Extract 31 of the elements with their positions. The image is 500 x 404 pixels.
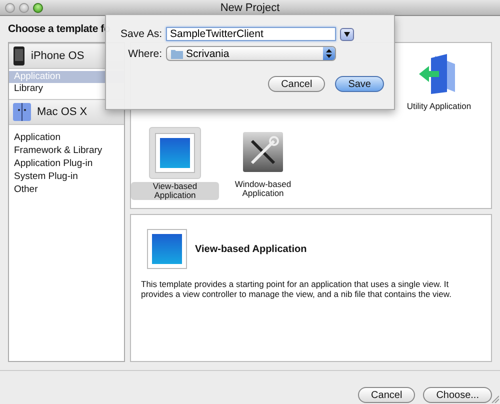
tools-icon <box>243 132 283 172</box>
disclosure-button[interactable] <box>340 28 354 40</box>
template-tile[interactable] <box>149 127 201 179</box>
phone-icon <box>13 46 25 66</box>
save-as-field[interactable]: SampleTwitterClient <box>166 27 336 41</box>
description-title: View-based Application <box>195 244 307 254</box>
sidebar-item[interactable]: Application Plug-in <box>9 157 124 170</box>
sidebar-item[interactable]: System Plug-in <box>9 170 124 183</box>
template-label: Utility Application <box>406 102 472 111</box>
view-template-icon <box>147 229 187 269</box>
sidebar-item[interactable]: Application <box>9 131 124 144</box>
group-header[interactable]: Mac OS X <box>9 99 124 125</box>
sidebar-item[interactable]: Framework & Library <box>9 144 124 157</box>
where-popup[interactable]: Scrivania <box>166 46 336 61</box>
caret-icon <box>344 32 350 36</box>
dialog-button[interactable]: Cancel <box>358 387 416 403</box>
where-label: Where: <box>127 48 162 60</box>
sheet-button[interactable]: Cancel <box>268 76 326 92</box>
dialog-button[interactable]: Choose... <box>423 387 492 403</box>
zoom-button[interactable] <box>33 2 43 12</box>
stepper-arrows-icon <box>326 49 332 58</box>
template-label: View-based Application <box>131 182 219 200</box>
save-as-label: Save As: <box>120 28 162 40</box>
window-title: New Project <box>220 2 280 14</box>
sheet-button[interactable]: Save <box>335 76 384 92</box>
resize-grip-icon[interactable] <box>491 395 499 403</box>
template-label: Window-based Application <box>234 180 292 198</box>
description-text: This template provides a starting point for an application that uses a single view. It provides a view controller to manage the view, and a nib file that contains the view. <box>141 279 452 299</box>
sidebar-item[interactable]: Other <box>9 183 124 196</box>
view-template-icon <box>155 133 195 173</box>
folder-icon <box>171 48 183 58</box>
